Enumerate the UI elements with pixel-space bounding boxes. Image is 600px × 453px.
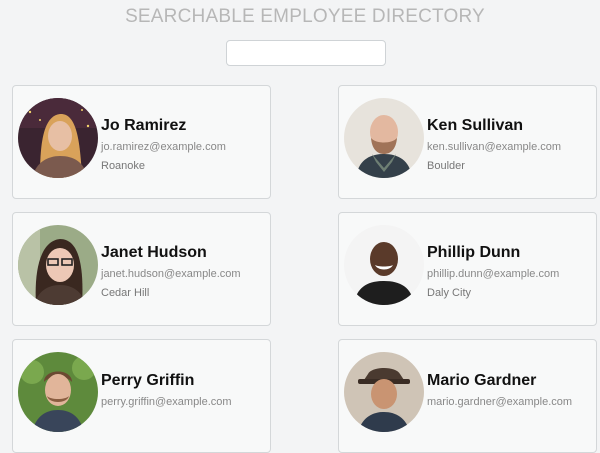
employee-name: Ken Sullivan xyxy=(427,117,524,134)
employee-card[interactable]: Jo Ramirez jo.ramirez@example.com Roanok… xyxy=(12,85,271,199)
employee-email: janet.hudson@example.com xyxy=(101,268,241,280)
search-input[interactable] xyxy=(226,40,386,66)
employee-city: Roanoke xyxy=(101,160,146,172)
employee-email: phillip.dunn@example.com xyxy=(427,268,560,280)
employee-name: Perry Griffin xyxy=(101,372,195,389)
employee-name: Jo Ramirez xyxy=(101,117,187,134)
employee-email: ken.sullivan@example.com xyxy=(427,141,562,153)
page-title: SEARCHABLE EMPLOYEE DIRECTORY xyxy=(125,6,485,27)
avatar xyxy=(344,352,424,432)
employee-name: Janet Hudson xyxy=(101,244,207,261)
employee-email: mario.gardner@example.com xyxy=(427,396,573,408)
avatar xyxy=(18,352,98,432)
employee-city: Boulder xyxy=(427,160,465,172)
avatar xyxy=(344,98,424,178)
avatar xyxy=(344,225,424,305)
employee-card[interactable]: Ken Sullivan ken.sullivan@example.com Bo… xyxy=(338,85,597,199)
employee-email: perry.griffin@example.com xyxy=(101,396,232,408)
employee-card[interactable]: Mario Gardner mario.gardner@example.com xyxy=(338,339,597,453)
employee-name: Mario Gardner xyxy=(427,372,537,389)
employee-city: Cedar Hill xyxy=(101,287,150,299)
employee-card[interactable]: Phillip Dunn phillip.dunn@example.com Da… xyxy=(338,212,597,326)
avatar xyxy=(18,98,98,178)
employee-city: Daly City xyxy=(427,287,472,299)
employee-email: jo.ramirez@example.com xyxy=(101,141,226,153)
employee-card[interactable]: Janet Hudson janet.hudson@example.com Ce… xyxy=(12,212,271,326)
employee-name: Phillip Dunn xyxy=(427,244,521,261)
employee-card[interactable]: Perry Griffin perry.griffin@example.com xyxy=(12,339,271,453)
avatar xyxy=(18,225,98,305)
